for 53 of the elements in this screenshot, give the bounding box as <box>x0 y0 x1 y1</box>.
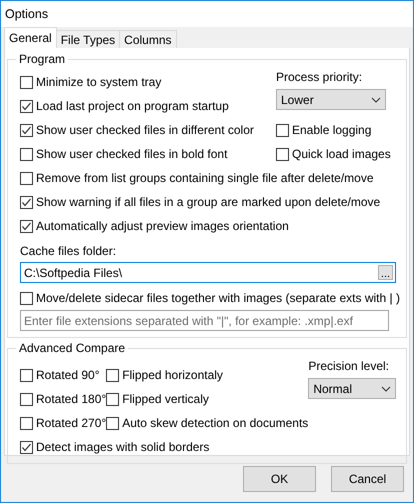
checkbox-option[interactable]: Load last project on program startup <box>20 94 254 118</box>
option-label: Flipped horizontaly <box>122 367 223 384</box>
checkbox-option[interactable]: Rotated 90° <box>20 363 106 387</box>
field-value: C:\Softpedia Files\ <box>24 264 122 282</box>
field-label: Process priority: <box>276 69 364 84</box>
field-label: Precision level: <box>308 358 390 373</box>
option-label: Quick load images <box>292 146 391 163</box>
option-label: Minimize to system tray <box>36 74 162 91</box>
group-title: Program <box>18 51 66 68</box>
checkbox-option[interactable]: Automatically adjust preview images orientation <box>20 214 402 238</box>
browse-button[interactable]: ... <box>378 265 393 280</box>
tab[interactable]: Columns <box>120 30 177 48</box>
tab[interactable]: File Types <box>56 30 120 48</box>
checkbox-option[interactable]: Flipped verticaly <box>106 387 308 411</box>
option-label: Move/delete sidecar files together with images (separate exts with | ) <box>36 290 400 307</box>
dialog-button[interactable]: Cancel <box>331 466 404 492</box>
dropdown[interactable]: Lower <box>276 89 386 110</box>
option-label: Automatically adjust preview images orientation <box>36 218 289 235</box>
option-label: Auto skew detection on documents <box>122 415 308 432</box>
option-label: Enable logging <box>292 122 372 139</box>
option-label: Show user checked files in bold font <box>36 146 228 163</box>
option-label: Remove from list groups containing single file after delete/move <box>36 170 374 187</box>
input-field[interactable]: Enter file extensions separated with "|", for example: .xmp|.exf <box>20 310 389 331</box>
option-label: Detect images with solid borders <box>36 439 210 456</box>
checkbox-option[interactable]: Quick load images <box>276 142 396 166</box>
option-label: Rotated 90° <box>36 367 100 384</box>
input-field[interactable]: C:\Softpedia Files\ ... <box>20 262 396 283</box>
checkbox-option[interactable]: Minimize to system tray <box>20 70 254 94</box>
checkbox-option[interactable]: Enable logging <box>276 118 396 142</box>
dropdown-value: Lower <box>281 92 314 108</box>
option-label: Load last project on program startup <box>36 98 229 115</box>
dropdown-value: Normal <box>313 380 352 398</box>
checkbox-option[interactable]: Rotated 270° <box>20 411 106 435</box>
checkbox-option[interactable]: Remove from list groups containing single file after delete/move <box>20 166 402 190</box>
checkbox-option[interactable]: Show user checked files in different color <box>20 118 254 142</box>
group-title: Advanced Compare <box>18 340 126 357</box>
checkbox-option[interactable]: Show user checked files in bold font <box>20 142 254 166</box>
checkbox-option[interactable]: Rotated 180° <box>20 387 106 411</box>
checkbox-option[interactable]: Detect images with solid borders <box>20 435 394 459</box>
option-label: Show user checked files in different color <box>36 122 254 139</box>
option-label: Show warning if all files in a group are marked upon delete/move <box>36 194 380 211</box>
option-label: Rotated 270° <box>36 415 106 432</box>
checkbox-option[interactable]: Show warning if all files in a group are marked upon delete/move <box>20 190 402 214</box>
dialog-button[interactable]: OK <box>243 466 316 492</box>
field-label: Cache files folder: <box>20 243 116 260</box>
window-title: Options <box>5 6 48 23</box>
checkbox-option[interactable]: Auto skew detection on documents <box>106 411 308 435</box>
checkbox-option[interactable]: Flipped horizontaly <box>106 363 308 387</box>
tab[interactable]: General <box>4 27 57 48</box>
option-label: Flipped verticaly <box>122 391 209 408</box>
option-label: Rotated 180° <box>36 391 106 408</box>
checkbox-option[interactable]: Move/delete sidecar files together with images (separate exts with | ) <box>20 286 402 310</box>
dropdown[interactable]: Normal <box>308 378 396 399</box>
